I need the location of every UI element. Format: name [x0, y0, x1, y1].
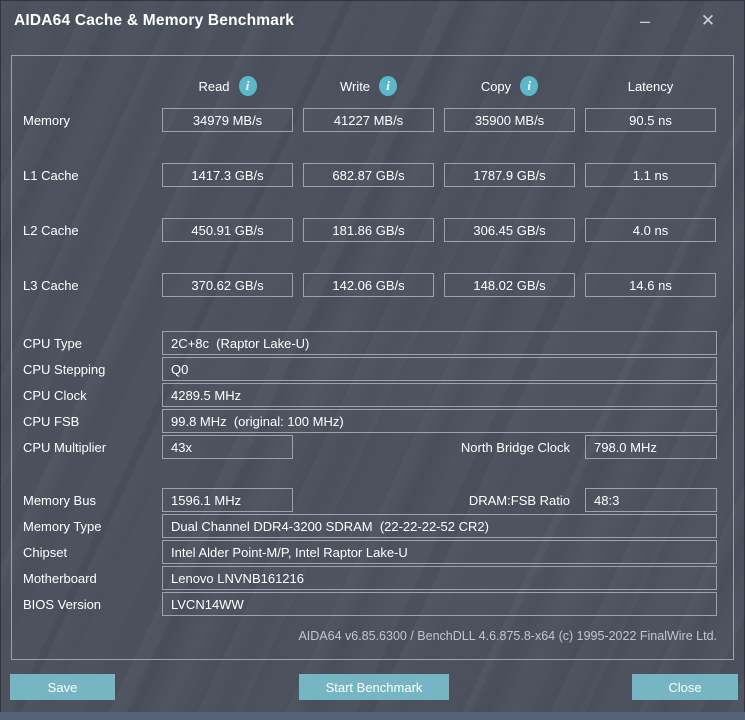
l3-copy-field: 148.02 GB/s: [444, 273, 575, 297]
start-benchmark-button[interactable]: Start Benchmark: [299, 674, 449, 700]
l3-latency-field: 14.6 ns: [585, 273, 716, 297]
column-header-read: Read i: [162, 76, 293, 96]
write-info-icon[interactable]: i: [379, 76, 398, 96]
close-icon: ✕: [700, 11, 716, 30]
close-action-button[interactable]: Close: [632, 674, 738, 700]
aida64-benchmark-window: AIDA64 Cache & Memory Benchmark – ✕ Read…: [0, 0, 745, 720]
cpu-multiplier-field: 43x: [162, 435, 293, 459]
motherboard-field: Lenovo LNVNB161216: [162, 566, 717, 590]
memory-latency-field: 90.5 ns: [585, 108, 716, 132]
row-label-memory-bus: Memory Bus: [23, 492, 96, 508]
row-label-cpu-multiplier: CPU Multiplier: [23, 439, 107, 455]
row-label-cpu-type: CPU Type: [23, 335, 83, 351]
l1-write-field: 682.87 GB/s: [303, 163, 434, 187]
version-text: AIDA64 v6.85.6300 / BenchDLL 4.6.875.8-x…: [298, 629, 717, 643]
memory-bus-field: 1596.1 MHz: [162, 488, 293, 512]
chipset-field: Intel Alder Point-M/P, Intel Raptor Lake…: [162, 540, 717, 564]
column-header-copy: Copy i: [444, 76, 575, 96]
dram-fsb-ratio-field: 48:3: [585, 488, 717, 512]
cpu-clock-field: 4289.5 MHz: [162, 383, 717, 407]
save-button[interactable]: Save: [10, 674, 115, 700]
row-label-cpu-fsb: CPU FSB: [23, 413, 80, 429]
dram-fsb-ratio-label: DRAM:FSB Ratio: [468, 492, 570, 508]
l1-copy-field: 1787.9 GB/s: [444, 163, 575, 187]
read-info-icon[interactable]: i: [238, 76, 257, 96]
l2-read-field: 450.91 GB/s: [162, 218, 293, 242]
memory-read-field: 34979 MB/s: [162, 108, 293, 132]
l3-read-field: 370.62 GB/s: [162, 273, 293, 297]
row-label-cpu-clock: CPU Clock: [23, 387, 87, 403]
l2-latency-field: 4.0 ns: [585, 218, 716, 242]
l1-latency-field: 1.1 ns: [585, 163, 716, 187]
benchmark-panel: Read i Write i Copy i Latency Memory 349…: [11, 55, 734, 660]
l1-read-field: 1417.3 GB/s: [162, 163, 293, 187]
latency-column-label: Latency: [627, 78, 674, 94]
memory-copy-field: 35900 MB/s: [444, 108, 575, 132]
cpu-fsb-field: 99.8 MHz (original: 100 MHz): [162, 409, 717, 433]
copy-column-label: Copy: [480, 78, 512, 94]
bottom-status-strip: [0, 712, 745, 720]
memory-write-field: 41227 MB/s: [303, 108, 434, 132]
row-label-chipset: Chipset: [23, 544, 68, 560]
title-bar: AIDA64 Cache & Memory Benchmark – ✕: [0, 0, 745, 44]
north-bridge-clock-field: 798.0 MHz: [585, 435, 717, 459]
memory-type-field: Dual Channel DDR4-3200 SDRAM (22-22-22-5…: [162, 514, 717, 538]
column-header-latency: Latency: [585, 76, 716, 96]
copy-info-icon[interactable]: i: [520, 76, 539, 96]
row-label-l3-cache: L3 Cache: [23, 277, 79, 293]
cpu-stepping-field: Q0: [162, 357, 717, 381]
window-title: AIDA64 Cache & Memory Benchmark: [14, 12, 295, 29]
close-button[interactable]: ✕: [688, 6, 728, 36]
write-column-label: Write: [339, 78, 371, 94]
bios-version-field: LVCN14WW: [162, 592, 717, 616]
l2-copy-field: 306.45 GB/s: [444, 218, 575, 242]
row-label-memory-type: Memory Type: [23, 518, 102, 534]
l3-write-field: 142.06 GB/s: [303, 273, 434, 297]
row-label-l2-cache: L2 Cache: [23, 222, 79, 238]
north-bridge-clock-label: North Bridge Clock: [460, 439, 570, 455]
minimize-button[interactable]: –: [625, 6, 665, 36]
column-header-write: Write i: [303, 76, 434, 96]
cpu-type-field: 2C+8c (Raptor Lake-U): [162, 331, 717, 355]
row-label-cpu-stepping: CPU Stepping: [23, 361, 106, 377]
row-label-bios-version: BIOS Version: [23, 596, 102, 612]
row-label-memory: Memory: [23, 112, 70, 128]
read-column-label: Read: [198, 78, 230, 94]
row-label-motherboard: Motherboard: [23, 570, 97, 586]
l2-write-field: 181.86 GB/s: [303, 218, 434, 242]
row-label-l1-cache: L1 Cache: [23, 167, 79, 183]
minimize-icon: –: [639, 10, 650, 31]
